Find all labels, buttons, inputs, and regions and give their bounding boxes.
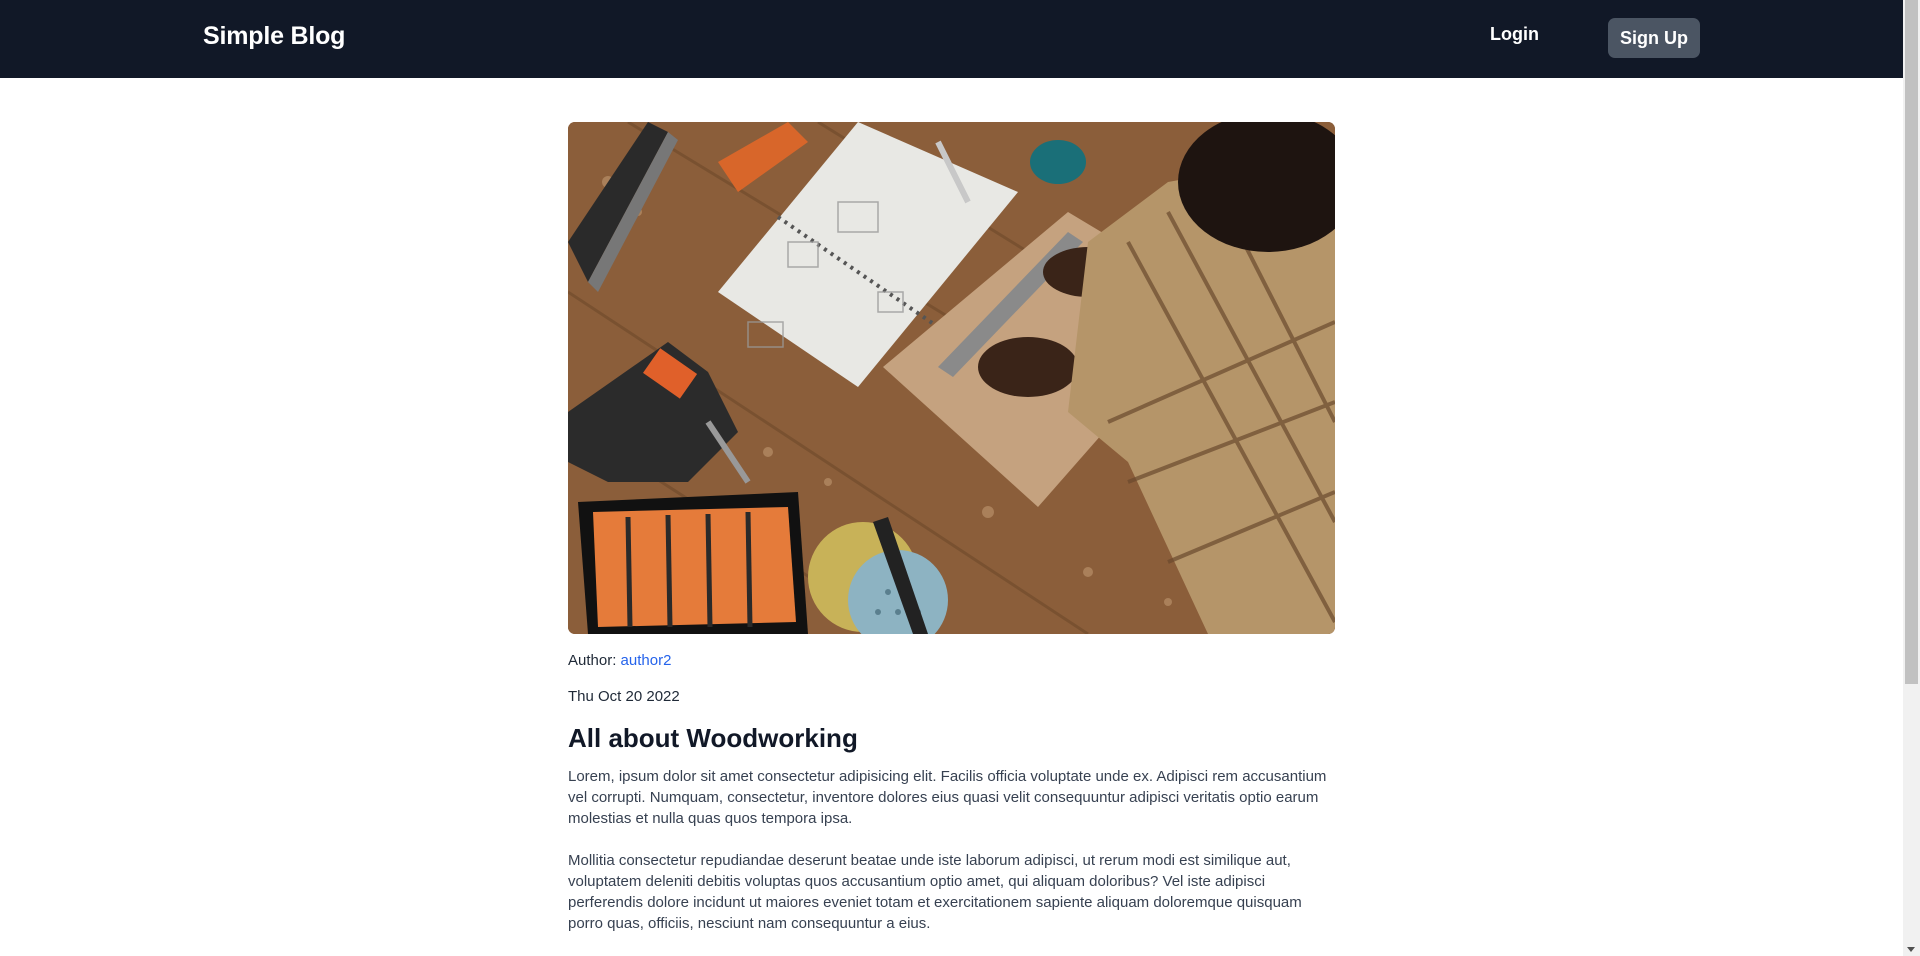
post-author: Author: author2: [568, 652, 1335, 669]
top-navbar: Simple Blog Login Sign Up: [0, 0, 1903, 78]
page: Simple Blog Login Sign Up Author: author…: [0, 0, 1920, 956]
post-hero-image: [568, 122, 1335, 634]
signup-button[interactable]: Sign Up: [1608, 18, 1700, 58]
woodworking-photo: [568, 122, 1335, 634]
post-title: All about Woodworking: [568, 723, 858, 753]
author-link[interactable]: author2: [621, 652, 672, 669]
post-paragraph: Lorem, ipsum dolor sit amet consectetur …: [568, 768, 1327, 827]
post-paragraph: Mollitia consectetur repudiandae deserun…: [568, 852, 1302, 932]
site-brand[interactable]: Simple Blog: [203, 22, 345, 51]
blog-post: Author: author2 Thu Oct 20 2022 All abou…: [568, 122, 1335, 934]
scrollbar-thumb[interactable]: [1905, 0, 1918, 684]
scroll-down-arrow-icon[interactable]: [1907, 947, 1915, 952]
post-date: Thu Oct 20 2022: [568, 688, 680, 705]
login-button[interactable]: Login: [1490, 24, 1539, 45]
post-body: Lorem, ipsum dolor sit amet consectetur …: [568, 766, 1335, 934]
vertical-scrollbar[interactable]: [1903, 0, 1920, 956]
author-label: Author:: [568, 652, 621, 669]
